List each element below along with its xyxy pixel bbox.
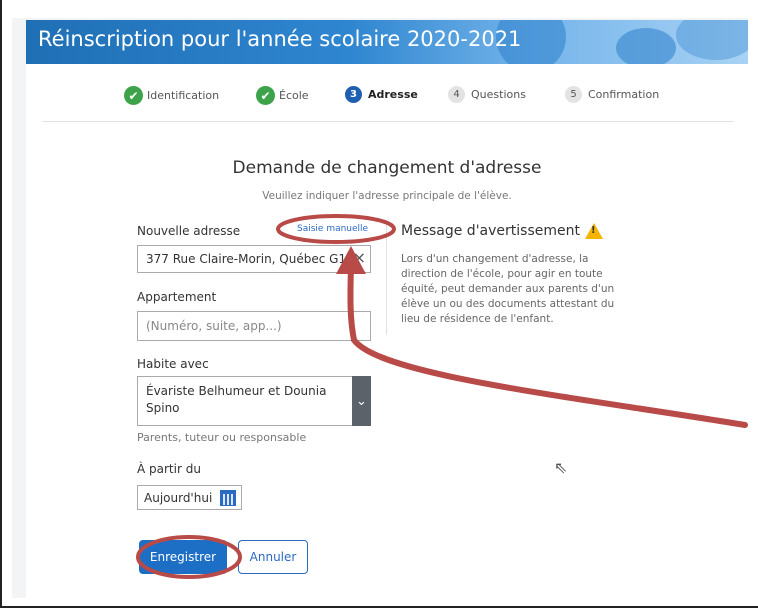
cancel-button[interactable]: Annuler [238,540,308,574]
header-banner: Réinscription pour l'année scolaire 2020… [26,20,748,64]
step-adresse: 3 Adresse [345,86,418,103]
check-icon: ✔ [124,86,143,105]
form-subtitle: Veuillez indiquer l'adresse principale d… [262,190,512,202]
step-label: Questions [471,88,526,101]
step-label: Identification [147,89,220,102]
warning-title: Message d'avertissement ! [401,223,603,239]
address-value: 377 Rue Claire-Morin, Québec G1 [146,252,347,266]
apartment-placeholder: (Numéro, suite, app...) [146,319,282,333]
apartment-input[interactable]: (Numéro, suite, app...) [137,311,371,341]
chevron-down-icon[interactable]: ⌄ [352,376,371,426]
divider [42,121,734,122]
start-date-input[interactable]: Aujourd'hui [137,485,242,510]
start-date-label: À partir du [137,462,201,476]
address-input[interactable]: 377 Rue Claire-Morin, Québec G1 × [137,245,371,273]
main-card: Réinscription pour l'année scolaire 2020… [26,20,748,598]
progress-stepper: ✔ Identification ✔ École 3 Adresse 4 Que… [26,86,748,106]
warning-text: Lors d'un changement d'adresse, la direc… [401,253,615,325]
clear-icon[interactable]: × [353,248,366,267]
step-number: 4 [448,86,465,103]
vertical-divider [386,225,387,335]
step-confirmation: 5 Confirmation [565,86,659,103]
apartment-label: Appartement [137,290,217,304]
step-label: Confirmation [588,88,660,101]
warning-title-text: Message d'avertissement [401,223,580,239]
calendar-icon[interactable] [220,490,236,506]
start-date-value: Aujourd'hui [144,490,213,505]
mouse-cursor-icon: ⇖ [554,458,568,477]
manual-entry-link[interactable]: Saisie manuelle [297,224,368,234]
save-button[interactable]: Enregistrer [139,540,227,574]
page-title: Réinscription pour l'année scolaire 2020… [38,27,522,51]
check-icon: ✔ [256,86,275,105]
step-label: Adresse [368,88,418,101]
step-identification: ✔ Identification [124,86,219,105]
lives-with-select[interactable]: Évariste Belhumeur et Dounia Spino ⌄ [137,376,371,426]
address-label: Nouvelle adresse [137,224,241,238]
lives-with-value: Évariste Belhumeur et Dounia Spino [146,384,327,415]
step-number: 3 [345,86,362,103]
lives-with-label: Habite avec [137,357,209,371]
form-title: Demande de changement d'adresse [232,158,542,178]
warning-icon: ! [584,223,603,239]
step-label: École [279,89,309,102]
step-questions: 4 Questions [448,86,526,103]
lives-with-help: Parents, tuteur ou responsable [137,431,307,444]
step-ecole: ✔ École [256,86,309,105]
step-number: 5 [565,86,582,103]
